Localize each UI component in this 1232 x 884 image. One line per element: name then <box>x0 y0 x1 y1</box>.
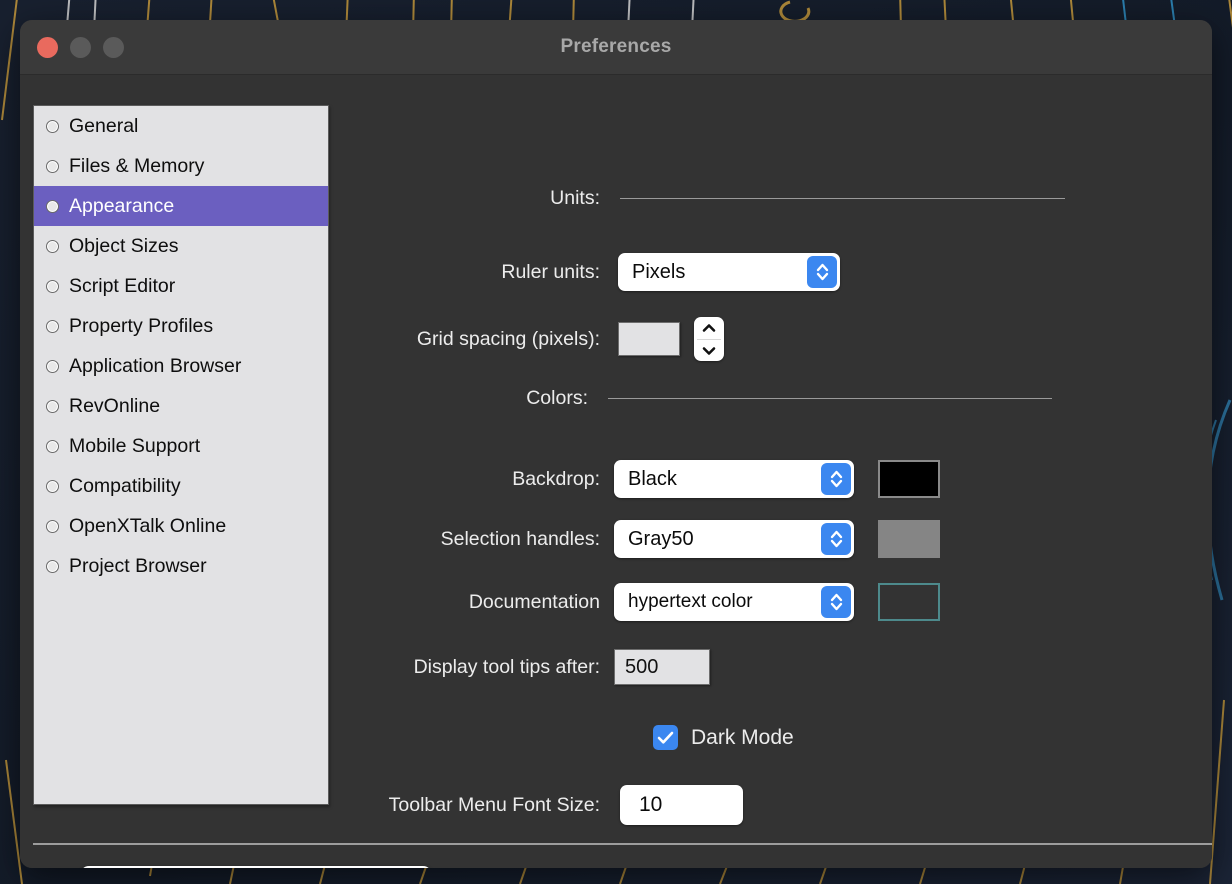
sidebar-item-label: Mobile Support <box>69 434 201 457</box>
tooltip-delay-label: Display tool tips after: <box>413 655 600 678</box>
stepper-up-icon[interactable] <box>694 317 724 339</box>
bullet-icon <box>46 479 59 493</box>
toolbar-font-size-row: Toolbar Menu Font Size: 10 <box>340 785 743 825</box>
sidebar-item-label: General <box>69 114 139 137</box>
window-controls <box>37 20 124 74</box>
chevron-updown-icon[interactable] <box>662 789 690 821</box>
grid-spacing-row: Grid spacing (pixels): <box>340 317 724 361</box>
bullet-icon <box>46 159 59 173</box>
backdrop-color-select[interactable]: Black <box>614 460 854 498</box>
bullet-icon <box>46 559 59 573</box>
tooltip-delay-row: Display tool tips after: 500 <box>340 649 710 685</box>
minimize-button[interactable] <box>70 36 91 58</box>
selection-handles-color-value: Gray50 <box>628 527 694 550</box>
footer-divider <box>33 843 1212 845</box>
sidebar-item-object-sizes[interactable]: Object Sizes <box>34 226 328 266</box>
check-icon <box>657 731 674 744</box>
zoom-button[interactable] <box>103 36 124 58</box>
desktop-background: Preferences General Files & Memory Appea… <box>0 0 1232 884</box>
bullet-icon <box>46 199 59 213</box>
preferences-window: Preferences General Files & Memory Appea… <box>20 20 1212 868</box>
documentation-color-select[interactable]: hypertext color <box>614 583 854 621</box>
selection-handles-label: Selection handles: <box>440 527 600 550</box>
sidebar-item-label: Project Browser <box>69 554 207 577</box>
sidebar-item-openxtalk-online[interactable]: OpenXTalk Online <box>34 506 328 546</box>
window-body: General Files & Memory Appearance Object… <box>20 75 1212 868</box>
bullet-icon <box>46 319 59 333</box>
grid-spacing-input[interactable] <box>618 322 680 356</box>
bullet-icon <box>46 519 59 533</box>
chevron-updown-icon[interactable] <box>821 463 851 495</box>
colors-section-header: Colors: <box>340 387 1110 410</box>
dark-mode-row: Dark Mode <box>653 725 794 750</box>
chevron-updown-icon[interactable] <box>821 586 851 618</box>
close-button[interactable] <box>37 36 58 58</box>
documentation-color-value: hypertext color <box>628 591 753 612</box>
sidebar-item-appearance[interactable]: Appearance <box>34 186 328 226</box>
toolbar-font-size-label: Toolbar Menu Font Size: <box>388 793 600 816</box>
selection-handles-color-select[interactable]: Gray50 <box>614 520 854 558</box>
window-title: Preferences <box>560 36 672 57</box>
appearance-settings-pane: Units: Ruler units: Pixels Grid spacing … <box>340 105 1212 868</box>
bullet-icon <box>46 239 59 253</box>
sidebar-item-label: Object Sizes <box>69 234 179 257</box>
sidebar-item-compatibility[interactable]: Compatibility <box>34 466 328 506</box>
sidebar-item-label: RevOnline <box>69 394 161 417</box>
sidebar-item-project-browser[interactable]: Project Browser <box>34 546 328 586</box>
backdrop-row: Backdrop: Black <box>340 460 940 498</box>
tooltip-delay-value: 500 <box>625 655 659 678</box>
grid-spacing-stepper[interactable] <box>694 317 724 361</box>
ruler-units-select[interactable]: Pixels <box>618 253 840 291</box>
ruler-units-row: Ruler units: Pixels <box>340 253 840 291</box>
preferences-category-list[interactable]: General Files & Memory Appearance Object… <box>33 105 329 805</box>
bullet-icon <box>46 119 59 133</box>
bullet-icon <box>46 439 59 453</box>
sidebar-item-label: Files & Memory <box>69 154 205 177</box>
backdrop-label: Backdrop: <box>512 467 600 490</box>
sidebar-item-revonline[interactable]: RevOnline <box>34 386 328 426</box>
chevron-updown-icon[interactable] <box>821 523 851 555</box>
reset-preferences-button[interactable]: Reset All Preferences to Defaults <box>80 866 433 868</box>
sidebar-item-label: OpenXTalk Online <box>69 514 227 537</box>
sidebar-item-script-editor[interactable]: Script Editor <box>34 266 328 306</box>
tooltip-delay-input[interactable]: 500 <box>614 649 710 685</box>
documentation-label: Documentation <box>468 590 600 613</box>
sidebar-item-label: Application Browser <box>69 354 242 377</box>
sidebar-item-general[interactable]: General <box>34 106 328 146</box>
toolbar-font-size-input[interactable]: 10 <box>620 785 743 825</box>
sidebar-item-mobile-support[interactable]: Mobile Support <box>34 426 328 466</box>
colors-section-rule <box>608 398 1052 399</box>
sidebar-item-files-memory[interactable]: Files & Memory <box>34 146 328 186</box>
units-section-rule <box>620 198 1065 199</box>
backdrop-color-value: Black <box>628 467 677 490</box>
bullet-icon <box>46 359 59 373</box>
units-section-title: Units: <box>550 187 600 209</box>
backdrop-color-swatch[interactable] <box>878 460 940 498</box>
stepper-divider <box>697 339 721 340</box>
sidebar-item-label: Compatibility <box>69 474 181 497</box>
bullet-icon <box>46 279 59 293</box>
sidebar-item-property-profiles[interactable]: Property Profiles <box>34 306 328 346</box>
sidebar-item-label: Property Profiles <box>69 314 214 337</box>
stepper-down-icon[interactable] <box>694 339 724 361</box>
chevron-updown-icon[interactable] <box>807 256 837 288</box>
units-section-header: Units: <box>340 187 1110 210</box>
dark-mode-label: Dark Mode <box>691 725 794 749</box>
documentation-color-row: Documentation hypertext color <box>340 583 940 621</box>
ruler-units-label: Ruler units: <box>501 260 600 283</box>
sidebar-item-label: Script Editor <box>69 274 176 297</box>
colors-section-title: Colors: <box>526 387 588 409</box>
bullet-icon <box>46 399 59 413</box>
grid-spacing-label: Grid spacing (pixels): <box>416 327 600 350</box>
dark-mode-checkbox[interactable] <box>653 725 678 750</box>
sidebar-item-application-browser[interactable]: Application Browser <box>34 346 328 386</box>
selection-handles-color-swatch[interactable] <box>878 520 940 558</box>
ruler-units-value: Pixels <box>632 260 686 283</box>
documentation-color-swatch[interactable] <box>878 583 940 621</box>
toolbar-font-size-value: 10 <box>639 793 663 816</box>
window-titlebar: Preferences <box>20 20 1212 75</box>
sidebar-item-label: Appearance <box>69 194 175 217</box>
selection-handles-row: Selection handles: Gray50 <box>340 520 940 558</box>
